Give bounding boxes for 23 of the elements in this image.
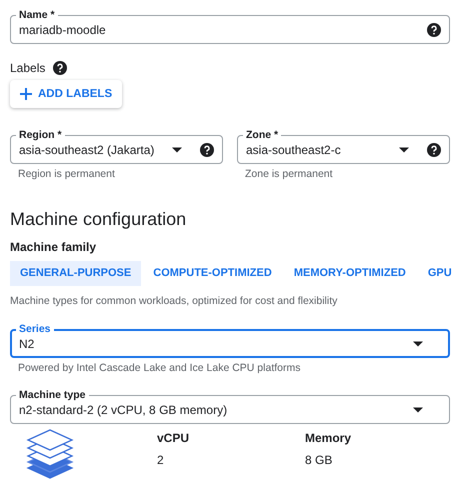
- section-heading: Machine configuration: [10, 208, 188, 231]
- helper-text: Region is permanent: [17, 167, 116, 181]
- field-label: Machine family: [10, 239, 98, 255]
- spec-value: 8 GB: [305, 452, 334, 468]
- section-label: Labels: [10, 60, 46, 76]
- help-icon[interactable]: [53, 61, 68, 75]
- spec-label: vCPU: [157, 430, 190, 446]
- helper-text: Zone is permanent: [244, 167, 334, 181]
- add-labels-button[interactable]: ADD LABELS: [10, 80, 122, 108]
- spec-value: 2: [157, 452, 165, 468]
- machine-family-tab[interactable]: GENERAL-PURPOSE: [10, 261, 142, 286]
- help-icon[interactable]: [200, 142, 214, 156]
- dropdown-caret-icon: [413, 340, 423, 346]
- layers-icon: [25, 428, 75, 480]
- description-text: Machine types for common workloads, optimized for cost and flexibility: [10, 294, 338, 308]
- help-icon[interactable]: [427, 22, 441, 36]
- dropdown-caret-icon: [413, 406, 423, 412]
- dropdown-caret-icon: [399, 146, 409, 152]
- dropdown-caret-icon: [172, 146, 182, 152]
- help-icon[interactable]: [427, 142, 441, 156]
- spec-label: Memory: [305, 430, 352, 446]
- plus-icon: [20, 88, 32, 100]
- helper-text: Powered by Intel Cascade Lake and Ice Lake CPU platforms: [17, 361, 302, 375]
